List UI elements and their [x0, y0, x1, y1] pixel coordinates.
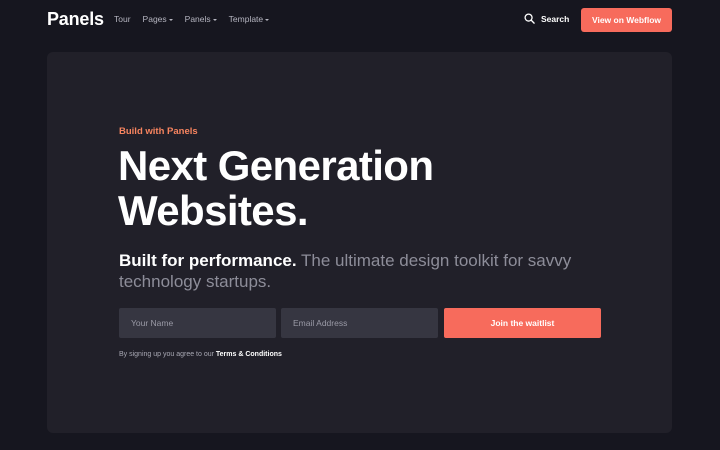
join-waitlist-button[interactable]: Join the waitlist: [444, 308, 601, 338]
terms-link[interactable]: Terms & Conditions: [216, 351, 282, 358]
menu-item-label: Template: [228, 14, 264, 24]
chevron-down-icon: [265, 18, 270, 21]
menu-item-template[interactable]: Template: [229, 14, 270, 24]
search-button[interactable]: Search: [524, 13, 569, 24]
logo[interactable]: Panels: [47, 9, 104, 30]
email-input[interactable]: [281, 308, 438, 338]
menu-item-pages[interactable]: Pages: [143, 14, 173, 24]
name-input[interactable]: [119, 308, 276, 338]
menu-item-label: Pages: [142, 14, 167, 24]
menu-item-label: Panels: [184, 14, 211, 24]
view-on-webflow-button[interactable]: View on Webflow: [581, 8, 672, 32]
hero-subheading: Built for performance. The ultimate desi…: [119, 250, 589, 292]
menu-item-panels[interactable]: Panels: [185, 14, 217, 24]
terms-notice: By signing up you agree to our Terms & C…: [119, 351, 282, 358]
chevron-down-icon: [212, 18, 217, 21]
menu-item-label: Tour: [114, 14, 131, 24]
hero-eyebrow: Build with Panels: [119, 126, 198, 137]
headline-line-2: Websites.: [118, 187, 309, 234]
hero-panel: [47, 52, 672, 433]
main-menu: Tour Pages Panels Template: [114, 14, 281, 24]
headline-line-1: Next Generation: [118, 142, 434, 189]
search-icon: [524, 13, 535, 24]
terms-prefix: By signing up you agree to our: [119, 351, 216, 358]
top-nav: Panels Tour Pages Panels Template Search…: [0, 0, 720, 40]
subheading-strong: Built for performance.: [119, 251, 297, 270]
search-label: Search: [541, 13, 570, 24]
menu-item-tour[interactable]: Tour: [114, 14, 131, 24]
hero-headline: Next Generation Websites.: [118, 142, 434, 234]
chevron-down-icon: [168, 18, 173, 21]
